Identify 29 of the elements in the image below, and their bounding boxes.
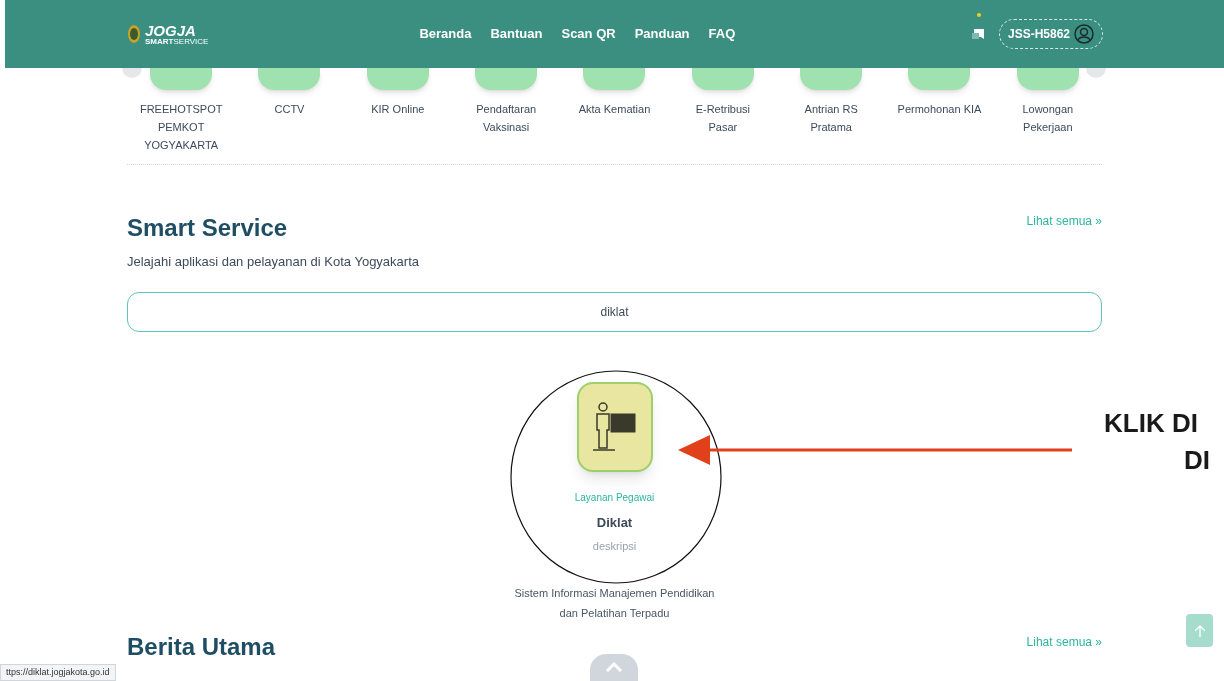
nav-link[interactable]: Panduan [634,24,690,44]
app-label: E-Retribusi Pasar [695,102,751,135]
service-description: Sistem Informasi Manajemen Pendidikan dan Pelatihan Terpadu [514,585,715,621]
see-all-link[interactable]: Lihat semua » [1026,212,1102,230]
app-label: CCTV [274,102,305,117]
app-label: Pendaftaran Vaksinasi [476,102,537,135]
logo-subtitle: SMARTSERVICE [145,37,209,46]
section-subtitle: Jelajahi aplikasi dan pelayanan di Kota Yogyakarta [127,253,419,271]
nav-link[interactable]: Bantuan [490,24,543,44]
app-label: Permohonan KIA [897,102,982,117]
search-field[interactable]: diklat [127,291,1102,332]
nav-link[interactable]: Beranda [419,24,472,44]
app-label: Akta Kematian [578,102,651,117]
service-name: Diklat [596,513,633,532]
app-label: KIR Online [371,102,425,117]
section-title: Berita Utama [127,631,276,662]
annotation-text: KLIK DI [1104,410,1198,436]
app-label: Antrian RS Pratama [804,102,858,135]
see-all-link[interactable]: Lihat semua » [1026,632,1102,651]
nav-link[interactable]: FAQ [708,24,736,44]
section-title: Smart Service [127,213,289,243]
app-label: Lowongan Pekerjaan [1022,102,1074,135]
nav-link[interactable]: Scan QR [561,24,616,44]
description-label: deskripsi [592,539,637,554]
app-label: FREEHOTSPOT PEMKOT YOGYAKARTA [139,102,223,153]
logo-title: JOGJA [145,22,197,38]
status-url: ttps://diklat.jogjakota.go.id [0,664,116,681]
annotation-text: DI [1184,447,1210,473]
service-category: Layanan Pegawai [574,490,655,505]
